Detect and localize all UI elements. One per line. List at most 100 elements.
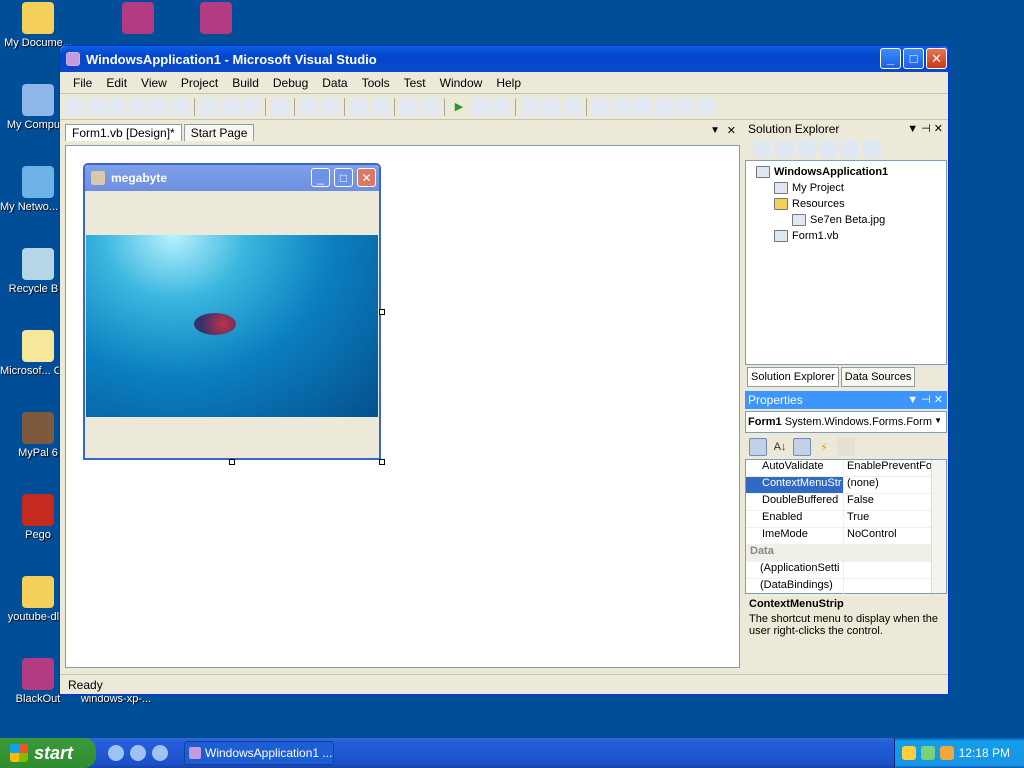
object-browser-icon[interactable] xyxy=(634,97,652,116)
internet-explorer-icon[interactable] xyxy=(108,745,124,761)
form-close-button[interactable]: ✕ xyxy=(357,168,376,187)
minimize-button[interactable]: _ xyxy=(880,48,901,69)
show-all-files-icon[interactable] xyxy=(775,140,793,158)
menu-test[interactable]: Test xyxy=(397,76,433,90)
open-icon[interactable] xyxy=(108,97,126,116)
menu-view[interactable]: View xyxy=(134,76,174,90)
tray-search-icon[interactable] xyxy=(939,746,954,760)
designer-form[interactable]: megabyte _ □ ✕ xyxy=(83,163,381,460)
view-designer-icon[interactable] xyxy=(841,140,859,158)
close-tab-icon[interactable]: ✕ xyxy=(727,124,736,137)
save-icon[interactable] xyxy=(150,97,168,116)
step-into-icon[interactable] xyxy=(521,97,539,116)
tab-list-dropdown-icon[interactable]: ▼ xyxy=(710,125,720,136)
toolbox-icon[interactable] xyxy=(655,97,673,116)
step-over-icon[interactable] xyxy=(542,97,560,116)
menu-project[interactable]: Project xyxy=(174,76,225,90)
menu-file[interactable]: File xyxy=(66,76,99,90)
new-project-icon[interactable] xyxy=(66,97,84,116)
close-button[interactable]: ✕ xyxy=(926,48,947,69)
tree-node[interactable]: WindowsApplication1 xyxy=(746,164,946,180)
property-row[interactable]: ContextMenuStr (none) xyxy=(746,477,946,494)
properties-icon[interactable] xyxy=(613,97,631,116)
clock[interactable]: 12:18 PM xyxy=(959,746,1010,760)
property-row[interactable]: DoubleBuffered False xyxy=(746,494,946,511)
menu-help[interactable]: Help xyxy=(489,76,528,90)
tray-network-icon[interactable] xyxy=(901,746,916,760)
property-row[interactable]: Enabled True xyxy=(746,511,946,528)
form-minimize-button[interactable]: _ xyxy=(311,168,330,187)
object-selector-dropdown-icon[interactable]: ▼ xyxy=(934,416,942,425)
property-row[interactable]: (ApplicationSetti xyxy=(746,562,946,579)
menu-debug[interactable]: Debug xyxy=(266,76,315,90)
paste-icon[interactable] xyxy=(242,97,260,116)
menu-window[interactable]: Window xyxy=(433,76,490,90)
resize-handle-bottom[interactable] xyxy=(229,459,235,465)
undo-icon[interactable] xyxy=(350,97,368,116)
property-grid-scrollbar[interactable] xyxy=(931,460,946,593)
property-pages-icon[interactable] xyxy=(837,438,855,456)
window-titlebar[interactable]: WindowsApplication1 - Microsoft Visual S… xyxy=(60,46,948,72)
menu-edit[interactable]: Edit xyxy=(99,76,134,90)
desktop-icon[interactable]: My Docume... xyxy=(0,2,76,50)
cut-icon[interactable] xyxy=(200,97,218,116)
copy-icon[interactable] xyxy=(221,97,239,116)
document-tab[interactable]: Form1.vb [Design]* xyxy=(65,124,182,141)
class-diagram-icon[interactable] xyxy=(863,140,881,158)
maximize-button[interactable]: □ xyxy=(903,48,924,69)
save-all-icon[interactable] xyxy=(171,97,189,116)
error-list-icon[interactable] xyxy=(676,97,694,116)
pause-icon[interactable] xyxy=(471,97,489,116)
properties-controls[interactable]: ▼ ⊣ ✕ xyxy=(907,393,943,406)
property-row[interactable]: ImeMode NoControl xyxy=(746,528,946,545)
find-icon[interactable] xyxy=(271,97,289,116)
events-icon[interactable]: ⚡ xyxy=(815,438,833,456)
refresh-icon[interactable] xyxy=(797,140,815,158)
add-item-icon[interactable] xyxy=(87,97,105,116)
media-player-icon[interactable] xyxy=(130,745,146,761)
navigate-forward-icon[interactable] xyxy=(421,97,439,116)
tree-node[interactable]: Resources xyxy=(746,196,946,212)
uncomment-icon[interactable] xyxy=(321,97,339,116)
panel-tab[interactable]: Solution Explorer xyxy=(747,367,839,387)
menu-data[interactable]: Data xyxy=(315,76,354,90)
properties-icon[interactable] xyxy=(753,140,771,158)
comment-icon[interactable] xyxy=(300,97,318,116)
tree-node[interactable]: Form1.vb xyxy=(746,228,946,244)
stop-icon[interactable] xyxy=(492,97,510,116)
desktop-icon[interactable] xyxy=(100,2,176,37)
tree-node[interactable]: My Project xyxy=(746,180,946,196)
add-icon[interactable] xyxy=(129,97,147,116)
resize-handle-corner[interactable] xyxy=(379,459,385,465)
tree-node[interactable]: Se7en Beta.jpg xyxy=(746,212,946,228)
property-name: (ApplicationSetti xyxy=(746,562,844,578)
properties-view-icon[interactable] xyxy=(793,438,811,456)
solution-explorer-controls[interactable]: ▼ ⊣ ✕ xyxy=(907,122,943,135)
view-code-icon[interactable] xyxy=(819,140,837,158)
command-window-icon[interactable] xyxy=(697,97,715,116)
property-row[interactable]: AutoValidate EnablePreventFo xyxy=(746,460,946,477)
property-category[interactable]: Data xyxy=(746,545,946,562)
alphabetical-icon[interactable]: A↓ xyxy=(771,438,789,456)
redo-icon[interactable] xyxy=(371,97,389,116)
menu-build[interactable]: Build xyxy=(225,76,266,90)
taskbar-visual-studio-button[interactable]: WindowsApplication1 ... xyxy=(184,741,334,765)
document-tab[interactable]: Start Page xyxy=(183,124,255,141)
resize-handle-right[interactable] xyxy=(379,309,385,315)
property-row[interactable]: (DataBindings) xyxy=(746,579,946,596)
start-button[interactable]: start xyxy=(0,738,96,768)
form-maximize-button[interactable]: □ xyxy=(334,168,353,187)
menu-tools[interactable]: Tools xyxy=(355,76,397,90)
categorized-icon[interactable] xyxy=(749,438,767,456)
solution-explorer-icon[interactable] xyxy=(592,97,610,116)
show-desktop-icon[interactable] xyxy=(152,745,168,761)
start-debug-icon[interactable]: ▶ xyxy=(450,98,468,116)
object-selector[interactable]: Form1 System.Windows.Forms.Form ▼ xyxy=(745,411,947,433)
panel-tab[interactable]: Data Sources xyxy=(840,367,916,387)
step-out-icon[interactable] xyxy=(563,97,581,116)
picturebox-fish-image[interactable] xyxy=(86,235,378,417)
desktop-icon[interactable] xyxy=(178,2,254,37)
form-designer-surface[interactable]: megabyte _ □ ✕ xyxy=(65,145,740,668)
navigate-back-icon[interactable] xyxy=(400,97,418,116)
tray-shield-icon[interactable] xyxy=(920,746,935,760)
